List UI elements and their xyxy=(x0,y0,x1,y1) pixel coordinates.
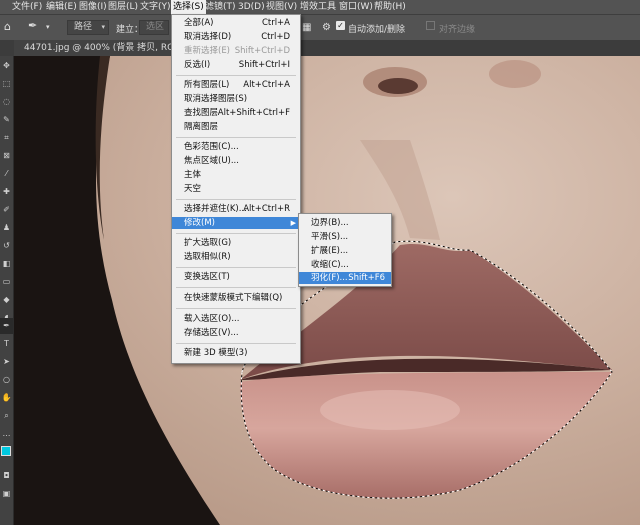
zoom-tool-icon[interactable]: ⌕ xyxy=(0,408,13,424)
foreground-color-swatch[interactable] xyxy=(1,446,11,456)
screen-mode-icon[interactable]: ▣ xyxy=(0,486,13,502)
menu-separator xyxy=(176,137,296,138)
menu-image[interactable]: 图像(I) xyxy=(79,0,107,14)
menu-separator xyxy=(176,75,296,76)
submenu-item-border[interactable]: 边界(B)... xyxy=(299,217,391,229)
menu-help[interactable]: 帮助(H) xyxy=(374,0,406,14)
home-icon[interactable]: ⌂ xyxy=(4,20,11,33)
brush-tool-icon[interactable]: ✐ xyxy=(0,202,13,218)
menu-layer[interactable]: 图层(L) xyxy=(108,0,138,14)
frame-tool-icon[interactable]: ⊠ xyxy=(0,148,13,164)
blur-tool-icon[interactable]: ◆ xyxy=(0,292,13,308)
auto-add-delete-label: 自动添加/删除 xyxy=(348,25,406,35)
quick-select-tool-icon[interactable]: ✎ xyxy=(0,112,13,128)
document-tab-title: 44701.jpg @ 400% (背景 拷贝, RGB/8#) * xyxy=(24,43,179,53)
submenu-item-smooth[interactable]: 平滑(S)... xyxy=(299,231,391,243)
type-tool-icon[interactable]: T xyxy=(0,336,13,352)
crop-tool-icon[interactable]: ⌗ xyxy=(0,130,13,146)
menu-separator xyxy=(176,287,296,288)
menu-separator xyxy=(176,233,296,234)
menu-item-isolate-layers[interactable]: 隔离图层 xyxy=(172,121,300,133)
submenu-arrow-icon: ▶ xyxy=(290,219,296,227)
tools-panel: ✥ ⬚ ◌ ✎ ⌗ ⊠ ⁄ ✚ ✐ ♟ ↺ ◧ ▭ ◆ ◖ ✒ T ➤ ○ ✋ … xyxy=(0,56,14,525)
path-selection-icon[interactable]: ➤ xyxy=(0,354,13,370)
menu-separator xyxy=(176,199,296,200)
menu-3d[interactable]: 3D(D) xyxy=(238,0,265,14)
gear-icon[interactable]: ⚙ xyxy=(322,22,331,33)
menu-item-quick-mask[interactable]: 在快速蒙版模式下编辑(Q) xyxy=(172,292,300,304)
auto-add-delete-checkbox[interactable]: ✓ xyxy=(336,21,345,30)
menu-separator xyxy=(176,343,296,344)
menu-item-similar[interactable]: 选取相似(R) xyxy=(172,251,300,263)
path-mode-select[interactable]: 路径 ▾ xyxy=(67,20,109,35)
healing-brush-icon[interactable]: ✚ xyxy=(0,184,13,200)
document-canvas[interactable] xyxy=(14,56,640,525)
menu-item-transform-selection[interactable]: 变换选区(T) xyxy=(172,271,300,283)
lips-photo xyxy=(14,56,640,525)
move-tool-icon[interactable]: ✥ xyxy=(0,58,13,74)
menu-view[interactable]: 视图(V) xyxy=(266,0,297,14)
path-mode-value: 路径 xyxy=(74,22,93,32)
clone-stamp-icon[interactable]: ♟ xyxy=(0,220,13,236)
eyedropper-tool-icon[interactable]: ⁄ xyxy=(0,166,13,182)
submenu-item-feather[interactable]: 羽化(F)... Shift+F6 xyxy=(299,272,391,284)
hand-tool-icon[interactable]: ✋ xyxy=(0,390,13,406)
submenu-item-expand[interactable]: 扩展(E)... xyxy=(299,245,391,257)
menu-item-select-and-mask[interactable]: 选择并遮住(K)... Alt+Ctrl+R xyxy=(172,203,300,215)
chevron-down-icon[interactable]: ▾ xyxy=(46,23,50,31)
menu-bar: 文件(F) 编辑(E) 图像(I) 图层(L) 文字(Y) 选择(S) 滤镜(T… xyxy=(0,0,640,14)
submenu-item-contract[interactable]: 收缩(C)... xyxy=(299,259,391,271)
gradient-tool-icon[interactable]: ▭ xyxy=(0,274,13,290)
eraser-tool-icon[interactable]: ◧ xyxy=(0,256,13,272)
lasso-tool-icon[interactable]: ◌ xyxy=(0,94,13,110)
history-brush-icon[interactable]: ↺ xyxy=(0,238,13,254)
menu-item-load-selection[interactable]: 载入选区(O)... xyxy=(172,313,300,325)
menu-window[interactable]: 窗口(W) xyxy=(339,0,373,14)
document-tab-bar: 44701.jpg @ 400% (背景 拷贝, RGB/8#) * xyxy=(0,40,640,56)
menu-item-deselect-layers[interactable]: 取消选择图层(S) xyxy=(172,93,300,105)
menu-item-focus-area[interactable]: 焦点区域(U)... xyxy=(172,155,300,167)
menu-item-deselect[interactable]: 取消选择(D) Ctrl+D xyxy=(172,31,300,43)
menu-item-color-range[interactable]: 色彩范围(C)... xyxy=(172,141,300,153)
pen-tool-icon[interactable]: ✒ xyxy=(28,19,37,32)
menu-item-new-3d-model[interactable]: 新建 3D 模型(3) xyxy=(172,347,300,359)
marquee-tool-icon[interactable]: ⬚ xyxy=(0,76,13,92)
menu-plugins[interactable]: 增效工具 xyxy=(300,0,336,14)
pen-tool-icon[interactable]: ✒ xyxy=(0,318,13,334)
menu-select[interactable]: 选择(S) xyxy=(171,0,206,14)
menu-item-reselect[interactable]: 重新选择(E) Shift+Ctrl+D xyxy=(172,45,300,57)
align-edges-checkbox[interactable] xyxy=(426,21,435,30)
menu-file[interactable]: 文件(F) xyxy=(12,0,42,14)
align-edges-label: 对齐边缘 xyxy=(439,25,476,35)
menu-item-all[interactable]: 全部(A) Ctrl+A xyxy=(172,17,300,29)
select-menu: 全部(A) Ctrl+A 取消选择(D) Ctrl+D 重新选择(E) Shift+C… xyxy=(171,14,301,364)
ellipse-tool-icon[interactable]: ○ xyxy=(0,372,13,388)
menu-separator xyxy=(176,267,296,268)
menu-item-all-layers[interactable]: 所有图层(L) Alt+Ctrl+A xyxy=(172,79,300,91)
menu-item-save-selection[interactable]: 存储选区(V)... xyxy=(172,327,300,339)
menu-filter[interactable]: 滤镜(T) xyxy=(205,0,236,14)
menu-item-inverse[interactable]: 反选(I) Shift+Ctrl+I xyxy=(172,59,300,71)
menu-type[interactable]: 文字(Y) xyxy=(140,0,171,14)
path-arrange-icon[interactable]: ▦ xyxy=(302,22,311,33)
quick-mask-icon[interactable]: ◘ xyxy=(0,468,13,484)
menu-item-sky[interactable]: 天空 xyxy=(172,183,300,195)
menu-item-find-layers[interactable]: 查找图层 Alt+Shift+Ctrl+F xyxy=(172,107,300,119)
chevron-down-icon: ▾ xyxy=(101,23,105,31)
menu-item-subject[interactable]: 主体 xyxy=(172,169,300,181)
more-tools-icon[interactable]: … xyxy=(0,426,13,442)
menu-item-grow[interactable]: 扩大选取(G) xyxy=(172,237,300,249)
options-bar: ⌂ ✒ ▾ 路径 ▾ 建立： 选区 ▦ ⚙ ✓ 自动添加/删除 对齐边缘 xyxy=(0,14,640,40)
menu-edit[interactable]: 编辑(E) xyxy=(46,0,77,14)
menu-separator xyxy=(176,308,296,309)
build-selection-button[interactable]: 选区 xyxy=(139,20,169,35)
menu-item-modify[interactable]: 修改(M) ▶ xyxy=(172,217,300,229)
modify-submenu: 边界(B)... 平滑(S)... 扩展(E)... 收缩(C)... 羽化(F… xyxy=(298,213,392,287)
document-tab[interactable]: 44701.jpg @ 400% (背景 拷贝, RGB/8#) * xyxy=(14,40,179,56)
